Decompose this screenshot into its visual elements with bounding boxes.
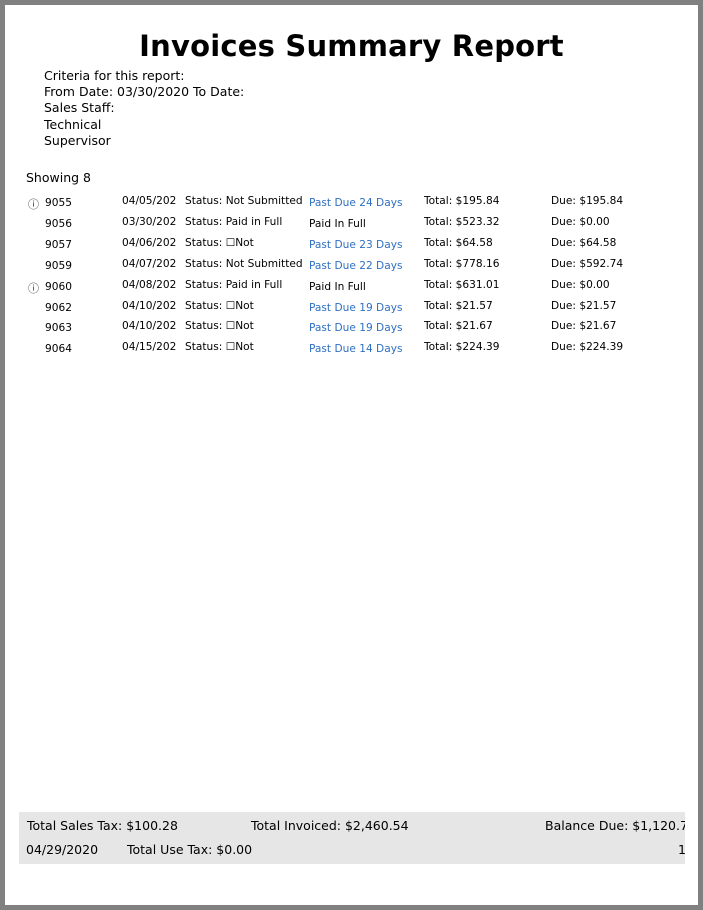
invoice-number[interactable]: 9060 bbox=[45, 281, 72, 293]
invoice-row: ⓘ 9055 04/05/202 Status: Not Submitted Past … bbox=[5, 195, 698, 215]
criteria-staff-supervisor: Supervisor bbox=[44, 132, 111, 148]
criteria-heading: Criteria for this report: bbox=[44, 68, 185, 83]
criteria-date-range: From Date: 03/30/2020 To Date: bbox=[44, 84, 245, 100]
invoice-date: 04/10/202 bbox=[122, 320, 177, 333]
invoice-date: 04/10/202 bbox=[122, 299, 177, 312]
invoice-number[interactable]: 9056 bbox=[45, 218, 72, 230]
info-icon[interactable]: ⓘ bbox=[28, 280, 39, 296]
report-date: 04/29/2020 bbox=[26, 842, 99, 857]
showing-count: Showing 8 bbox=[26, 170, 91, 185]
invoice-status: Status: Paid in Full bbox=[185, 215, 283, 228]
invoice-total: Total: $224.39 bbox=[424, 341, 500, 354]
invoice-number[interactable]: 9064 bbox=[45, 343, 72, 355]
invoice-total: Total: $21.57 bbox=[424, 299, 493, 312]
total-invoiced: Total Invoiced: $2,460.54 bbox=[251, 818, 409, 833]
invoice-status: Status: Not Submitted bbox=[185, 257, 303, 270]
total-sales-tax: Total Sales Tax: $100.28 bbox=[27, 818, 178, 833]
invoice-number[interactable]: 9062 bbox=[45, 302, 72, 314]
invoice-total: Total: $778.16 bbox=[424, 257, 500, 270]
invoice-number[interactable]: 9059 bbox=[45, 260, 72, 272]
invoice-number[interactable]: 9063 bbox=[45, 322, 72, 334]
invoice-date: 04/06/202 bbox=[122, 236, 177, 249]
invoice-due: Due: $224.39 bbox=[551, 341, 624, 354]
past-due-link[interactable]: Past Due 22 Days bbox=[309, 260, 403, 272]
past-due-link[interactable]: Past Due 19 Days bbox=[309, 322, 403, 334]
past-due-link[interactable]: Past Due 23 Days bbox=[309, 239, 403, 251]
report-footer: Total Sales Tax: $100.28 Total Invoiced:… bbox=[19, 812, 685, 864]
payment-state: Paid In Full bbox=[309, 280, 366, 293]
invoice-status: Status: ☐Not bbox=[185, 320, 254, 333]
invoice-total: Total: $195.84 bbox=[424, 195, 500, 207]
invoice-status: Status: Not Submitted bbox=[185, 195, 303, 207]
invoice-total: Total: $523.32 bbox=[424, 215, 500, 228]
invoice-number[interactable]: 9057 bbox=[45, 239, 72, 251]
payment-state: Paid In Full bbox=[309, 217, 366, 230]
invoice-due: Due: $21.57 bbox=[551, 299, 617, 312]
invoice-row: 9062 04/10/202 Status: ☐Not Past Due 19 Day… bbox=[5, 300, 698, 320]
invoice-date: 03/30/202 bbox=[122, 215, 177, 228]
balance-due: Balance Due: $1,120.79 bbox=[545, 818, 685, 833]
report-criteria: Criteria for this report: From Date: 03/… bbox=[44, 68, 244, 149]
page-number: 1 bbox=[678, 842, 685, 857]
invoice-row: 9057 04/06/202 Status: ☐Not Past Due 23 Day… bbox=[5, 237, 698, 257]
invoice-total: Total: $631.01 bbox=[424, 278, 500, 291]
invoice-total: Total: $64.58 bbox=[424, 236, 493, 249]
report-page: Invoices Summary Report Criteria for thi… bbox=[5, 5, 698, 905]
criteria-sales-staff-label: Sales Staff: bbox=[44, 100, 115, 116]
invoice-date: 04/15/202 bbox=[122, 341, 177, 354]
invoice-due: Due: $64.58 bbox=[551, 236, 617, 249]
invoice-status: Status: ☐Not bbox=[185, 341, 254, 354]
invoice-due: Due: $0.00 bbox=[551, 215, 610, 228]
invoice-status: Status: Paid in Full bbox=[185, 278, 283, 291]
invoice-due: Due: $0.00 bbox=[551, 278, 610, 291]
invoice-row: 9056 03/30/202 Status: Paid in Full Paid In… bbox=[5, 216, 698, 236]
invoice-date: 04/07/202 bbox=[122, 257, 177, 270]
invoice-date: 04/08/202 bbox=[122, 278, 177, 291]
invoice-status: Status: ☐Not bbox=[185, 299, 254, 312]
past-due-link[interactable]: Past Due 14 Days bbox=[309, 343, 403, 355]
invoice-row: 9059 04/07/202 Status: Not Submitted Past D… bbox=[5, 258, 698, 278]
criteria-staff-technical: Technical bbox=[44, 116, 102, 132]
invoice-status: Status: ☐Not bbox=[185, 236, 254, 249]
invoice-total: Total: $21.67 bbox=[424, 320, 493, 333]
report-title: Invoices Summary Report bbox=[139, 29, 564, 63]
past-due-link[interactable]: Past Due 19 Days bbox=[309, 302, 403, 314]
invoice-date: 04/05/202 bbox=[122, 195, 177, 207]
info-icon[interactable]: ⓘ bbox=[28, 196, 39, 212]
past-due-link[interactable]: Past Due 24 Days bbox=[309, 197, 403, 209]
invoice-row: 9063 04/10/202 Status: ☐Not Past Due 19 Day… bbox=[5, 320, 698, 340]
invoice-number[interactable]: 9055 bbox=[45, 197, 72, 209]
invoice-row: 9064 04/15/202 Status: ☐Not Past Due 14 Day… bbox=[5, 341, 698, 361]
invoice-due: Due: $195.84 bbox=[551, 195, 624, 207]
total-use-tax: Total Use Tax: $0.00 bbox=[127, 842, 253, 857]
invoice-due: Due: $592.74 bbox=[551, 257, 624, 270]
invoice-due: Due: $21.67 bbox=[551, 320, 617, 333]
invoice-row: ⓘ 9060 04/08/202 Status: Paid in Full Paid I… bbox=[5, 279, 698, 299]
